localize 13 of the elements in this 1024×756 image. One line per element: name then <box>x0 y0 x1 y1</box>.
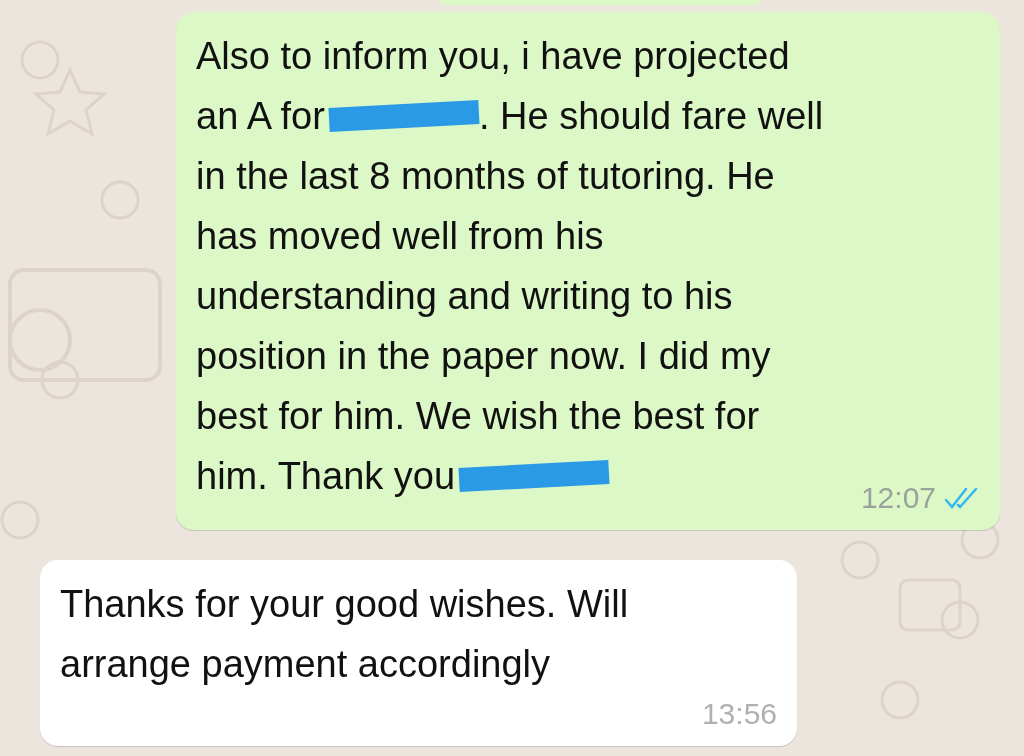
message-text: understanding and writing to his <box>196 274 733 319</box>
message-text: arrange payment accordingly <box>60 642 551 687</box>
message-text: him. Thank you <box>196 454 456 499</box>
message-time: 13:56 <box>701 696 777 732</box>
message-time: 12:07 <box>860 480 936 516</box>
message-text: in the last 8 months of tutoring. He <box>196 154 775 199</box>
message-text: has moved well from his <box>196 214 604 259</box>
message-text: best for him. We wish the best for <box>196 394 760 439</box>
message-text: Also to inform you, i have projected <box>196 34 790 79</box>
message-text: an A for <box>196 94 325 139</box>
message-text: Thanks for your good wishes. Will <box>60 582 629 627</box>
message-text: position in the paper now. I did my <box>196 334 771 379</box>
message-text: . He should fare well <box>478 94 824 139</box>
